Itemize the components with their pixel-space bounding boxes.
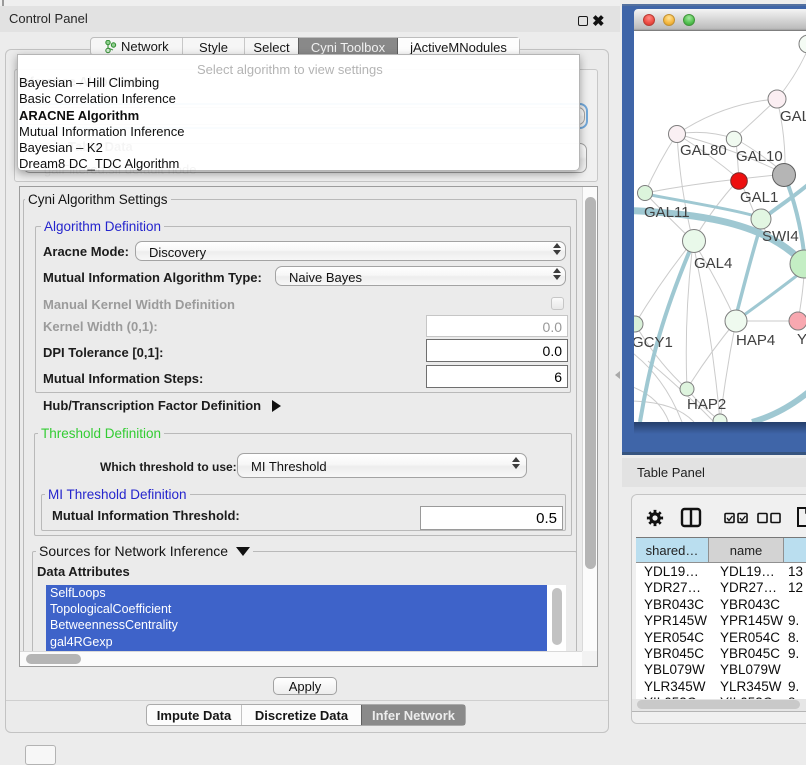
svg-text:GAL80: GAL80 bbox=[680, 142, 727, 159]
svg-text:GAL1: GAL1 bbox=[740, 189, 778, 206]
svg-text:GAL10: GAL10 bbox=[736, 148, 783, 165]
svg-text:GAL11: GAL11 bbox=[644, 204, 690, 221]
svg-text:Y: Y bbox=[797, 331, 806, 348]
svg-text:GAL4: GAL4 bbox=[694, 255, 732, 272]
svg-text:GCY1: GCY1 bbox=[634, 334, 673, 351]
svg-text:HAP4: HAP4 bbox=[736, 332, 775, 349]
svg-text:GAL7: GAL7 bbox=[780, 108, 806, 125]
svg-text:SWI4: SWI4 bbox=[762, 228, 799, 245]
svg-text:HAP2: HAP2 bbox=[687, 396, 726, 413]
